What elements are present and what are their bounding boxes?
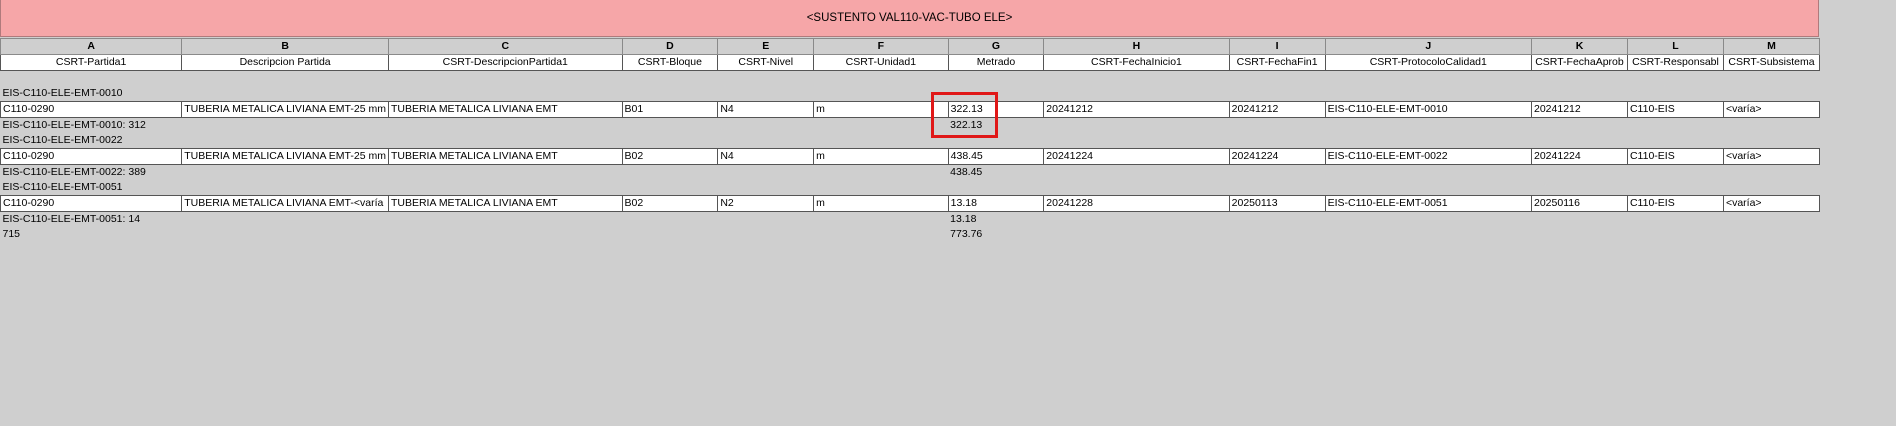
cell-f[interactable]: m [813,195,949,212]
column-letter-i[interactable]: I [1228,38,1326,55]
column-letter-m[interactable]: M [1722,38,1821,55]
cell-e[interactable]: N2 [717,195,815,212]
cell-l[interactable]: C110-EIS [1626,148,1724,165]
subtotal-empty [1044,212,1820,228]
spacer-cell [1,71,1820,87]
spacer-row [1,71,1820,87]
column-letter-d[interactable]: D [621,38,719,55]
cell-b[interactable]: TUBERIA METALICA LIVIANA EMT-<varía [181,195,389,212]
subtotal-row: EIS-C110-ELE-EMT-0022: 389 438.45 [1,165,1820,181]
cell-e[interactable]: N4 [717,148,815,165]
column-header-l[interactable]: CSRT-Responsabl [1626,54,1724,71]
column-header-i[interactable]: CSRT-FechaFin1 [1228,54,1326,71]
column-header-row: CSRT-Partida1 Descripcion Partida CSRT-Des… [0,54,1821,71]
cell-l[interactable]: C110-EIS [1626,101,1724,118]
subtotal-row: EIS-C110-ELE-EMT-0051: 14 13.18 [1,212,1820,228]
cell-h[interactable]: 20241212 [1043,101,1230,118]
column-header-h[interactable]: CSRT-FechaInicio1 [1043,54,1230,71]
cell-d[interactable]: B02 [621,148,719,165]
column-letter-k[interactable]: K [1531,38,1628,55]
cell-a[interactable]: C110-0290 [0,195,183,212]
cell-m[interactable]: <varía> [1722,101,1821,118]
schedule-title-text: <SUSTENTO VAL110-VAC-TUBO ELE> [806,12,1013,24]
cell-f[interactable]: m [813,101,949,118]
schedule-table: A B C D E F G H I J K L M CSRT-Partida1 Descripcion Pa… [0,38,1821,242]
cell-l[interactable]: C110-EIS [1626,195,1724,212]
cell-j[interactable]: EIS-C110-ELE-EMT-0022 [1324,148,1533,165]
subtotal-empty [1044,165,1820,181]
grand-total-metrado: 773.76 [950,228,983,240]
column-header-j[interactable]: CSRT-ProtocoloCalidad1 [1324,54,1533,71]
group-header-row: EIS-C110-ELE-EMT-0022 [1,133,1820,149]
cell-k[interactable]: 20250116 [1531,195,1628,212]
cell-j[interactable]: EIS-C110-ELE-EMT-0010 [1324,101,1533,118]
cell-i[interactable]: 20241212 [1228,101,1326,118]
subtotal-label: EIS-C110-ELE-EMT-0010: 312 [2,119,146,131]
grand-total-label: 715 [2,228,21,240]
cell-g[interactable]: 13.18 [947,195,1045,212]
column-header-c[interactable]: CSRT-DescripcionPartida1 [387,54,623,71]
group-header-row: EIS-C110-ELE-EMT-0051 [1,180,1820,196]
column-letter-c[interactable]: C [387,38,623,55]
column-header-g[interactable]: Metrado [947,54,1045,71]
cell-g[interactable]: 438.45 [947,148,1045,165]
column-letter-a[interactable]: A [0,38,183,55]
table-row: C110-0290 TUBERIA METALICA LIVIANA EMT-25… [0,101,1821,118]
column-header-d[interactable]: CSRT-Bloque [621,54,719,71]
subtotal-label: EIS-C110-ELE-EMT-0051: 14 [2,213,141,225]
column-letter-row: ABCDEFGHIJKLM [0,38,1821,55]
table-row: C110-0290 TUBERIA METALICA LIVIANA EMT-<v… [0,195,1821,212]
cell-i[interactable]: 20241224 [1228,148,1326,165]
column-letter-e[interactable]: E [717,38,815,55]
cell-m[interactable]: <varía> [1722,148,1821,165]
cell-h[interactable]: 20241224 [1043,148,1230,165]
cell-h[interactable]: 20241228 [1043,195,1230,212]
cell-d[interactable]: B02 [621,195,719,212]
cell-b[interactable]: TUBERIA METALICA LIVIANA EMT-25 mm [181,101,389,118]
grand-total-row: 715 773.76 [1,227,1820,242]
column-header-k[interactable]: CSRT-FechaAprob [1531,54,1628,71]
cell-d[interactable]: B01 [621,101,719,118]
metrado-highlight-box [931,92,998,138]
schedule-title: <SUSTENTO VAL110-VAC-TUBO ELE> [0,0,1819,37]
column-letter-h[interactable]: H [1043,38,1230,55]
column-letter-l[interactable]: L [1626,38,1724,55]
cell-f[interactable]: m [813,148,949,165]
subtotal-metrado: 438.45 [950,166,983,178]
table-row: C110-0290 TUBERIA METALICA LIVIANA EMT-25… [0,148,1821,165]
column-header-b[interactable]: Descripcion Partida [181,54,389,71]
subtotal-metrado: 13.18 [950,213,977,225]
cell-c[interactable]: TUBERIA METALICA LIVIANA EMT [387,148,623,165]
cell-i[interactable]: 20250113 [1228,195,1326,212]
cell-a[interactable]: C110-0290 [0,148,183,165]
group-header-label: EIS-C110-ELE-EMT-0010 [2,87,123,99]
column-header-e[interactable]: CSRT-Nivel [717,54,815,71]
column-letter-j[interactable]: J [1324,38,1533,55]
cell-k[interactable]: 20241212 [1531,101,1628,118]
column-header-f[interactable]: CSRT-Unidad1 [813,54,949,71]
group-header-row: EIS-C110-ELE-EMT-0010 [1,86,1820,102]
subtotal-label: EIS-C110-ELE-EMT-0022: 389 [2,166,146,178]
column-letter-b[interactable]: B [181,38,389,55]
column-letter-f[interactable]: F [813,38,949,55]
group-header-label: EIS-C110-ELE-EMT-0022 [2,134,123,146]
cell-m[interactable]: <varía> [1722,195,1821,212]
cell-a[interactable]: C110-0290 [0,101,183,118]
cell-j[interactable]: EIS-C110-ELE-EMT-0051 [1324,195,1533,212]
cell-k[interactable]: 20241224 [1531,148,1628,165]
column-header-m[interactable]: CSRT-Subsistema [1722,54,1821,71]
subtotal-row: EIS-C110-ELE-EMT-0010: 312 322.13 [1,118,1820,134]
column-letter-g[interactable]: G [947,38,1045,55]
cell-c[interactable]: TUBERIA METALICA LIVIANA EMT [387,101,623,118]
column-header-a[interactable]: CSRT-Partida1 [0,54,183,71]
group-header-label: EIS-C110-ELE-EMT-0051 [2,181,123,193]
cell-b[interactable]: TUBERIA METALICA LIVIANA EMT-25 mm [181,148,389,165]
cell-c[interactable]: TUBERIA METALICA LIVIANA EMT [387,195,623,212]
subtotal-empty [1044,118,1820,134]
cell-e[interactable]: N4 [717,101,815,118]
grand-total-empty [1044,227,1820,242]
